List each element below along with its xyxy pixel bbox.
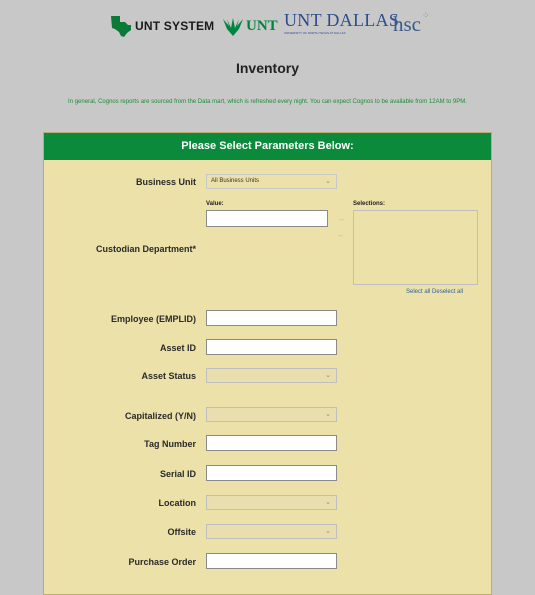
arrow-left-icon[interactable]: ← (337, 230, 345, 239)
selections-label: Selections: (353, 201, 386, 207)
availability-notice: In general, Cognos reports are sourced f… (68, 99, 467, 105)
serial-id-label: Serial ID (159, 469, 196, 479)
value-label: Value: (206, 201, 224, 207)
arrow-right-icon[interactable]: → (337, 214, 345, 223)
unt-dallas-logo-text: UNT DALLAS (284, 10, 400, 30)
chevron-down-icon: ⌄ (325, 372, 331, 379)
location-select[interactable]: ⌄ (206, 495, 337, 510)
capitalized-label: Capitalized (Y/N) (124, 411, 196, 421)
select-all-link[interactable]: Select all (406, 289, 430, 295)
serial-id-input[interactable] (206, 465, 337, 481)
employee-input[interactable] (206, 310, 337, 326)
custodian-department-label: Custodian Department* (95, 244, 196, 254)
page-title: Inventory (235, 60, 299, 76)
employee-label: Employee (EMPLID) (110, 314, 196, 324)
selection-links: Select all Deselect all (406, 289, 463, 295)
capitalized-select[interactable]: ⌄ (206, 407, 337, 422)
deselect-all-link[interactable]: Deselect all (432, 289, 463, 295)
chevron-down-icon: ⌄ (325, 499, 331, 506)
hsc-dots-icon: ⁘ (422, 9, 430, 20)
custodian-value-input[interactable] (206, 210, 328, 227)
asset-id-input[interactable] (206, 339, 337, 355)
purchase-order-label: Purchase Order (128, 557, 196, 567)
logo-bar: UNT SYSTEM UNT UNT DALLAS UNIVERSITY OF … (0, 10, 535, 42)
custodian-selections-list[interactable] (353, 210, 478, 285)
texas-state-icon (111, 16, 131, 37)
unt-system-logo[interactable]: UNT SYSTEM (108, 12, 214, 40)
business-unit-value: All Business Units (211, 178, 260, 184)
asset-id-label: Asset ID (159, 343, 196, 353)
chevron-down-icon: ⌄ (325, 528, 331, 535)
tag-number-input[interactable] (206, 435, 337, 451)
panel-header: Please Select Parameters Below: (44, 133, 491, 160)
unt-dallas-logo-subtitle: UNIVERSITY OF NORTH TEXAS AT DALLAS (284, 31, 346, 35)
tag-number-label: Tag Number (144, 439, 196, 449)
parameters-panel: Please Select Parameters Below: Business… (43, 132, 492, 595)
business-unit-select[interactable]: All Business Units ⌄ (206, 174, 337, 189)
asset-status-label: Asset Status (141, 371, 196, 381)
eagle-icon (223, 18, 243, 36)
unt-logo-text: UNT (246, 17, 278, 34)
location-label: Location (158, 498, 197, 508)
business-unit-label: Business Unit (135, 177, 196, 187)
hsc-logo[interactable]: hsc ⁘ (393, 10, 430, 38)
hsc-logo-text: hsc (393, 11, 421, 36)
unt-logo[interactable]: UNT (222, 12, 278, 40)
purchase-order-input[interactable] (206, 553, 337, 569)
chevron-down-icon: ⌄ (325, 411, 331, 418)
asset-status-select[interactable]: ⌄ (206, 368, 337, 383)
offsite-select[interactable]: ⌄ (206, 524, 337, 539)
offsite-label: Offsite (167, 527, 196, 537)
unt-system-logo-text: UNT SYSTEM (135, 19, 215, 33)
chevron-down-icon: ⌄ (325, 178, 331, 185)
unt-dallas-logo[interactable]: UNT DALLAS UNIVERSITY OF NORTH TEXAS AT … (284, 10, 399, 38)
